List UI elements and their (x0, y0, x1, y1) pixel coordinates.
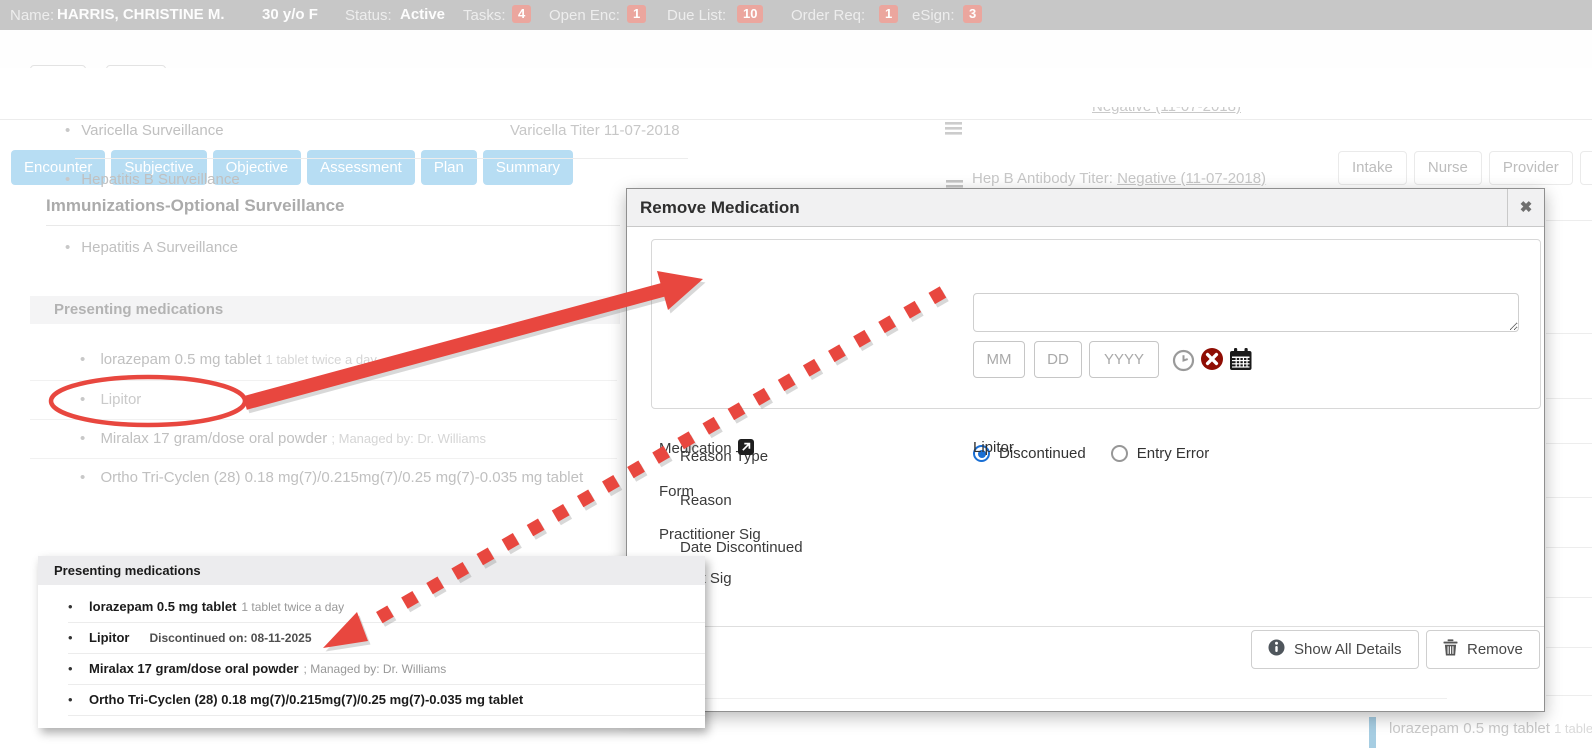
row-divider (627, 698, 1447, 699)
hep-b-result: Hep B Antibody Titer: Negative (11-07-20… (972, 170, 1266, 187)
due-list-label: Due List: (667, 7, 726, 24)
app-root: Name: HARRIS, CHRISTINE M. 30 y/o F Stat… (0, 0, 1592, 748)
tab-summary[interactable]: Summary (483, 150, 573, 185)
row-divider (1546, 597, 1592, 598)
med-row-accent-bar (1369, 717, 1376, 748)
heading-divider (46, 225, 620, 226)
list-item-lipitor-discontinued: LipitorDiscontinued on: 08-11-2025 (68, 623, 705, 654)
row-divider (1546, 443, 1592, 444)
row-divider (75, 158, 688, 159)
list-item: lorazepam 0.5 mg tablet1 tablet twice a … (68, 592, 705, 623)
radio-entry-error[interactable] (1111, 445, 1128, 462)
status-label: Status: (345, 7, 392, 24)
date-dd-input[interactable] (1034, 341, 1082, 378)
hep-b-result-link[interactable]: Negative (11-07-2018) (1117, 170, 1266, 187)
medication-value: Lipitor (973, 439, 1014, 456)
list-item: Miralax 17 gram/dose oral powder; Manage… (68, 654, 705, 685)
clear-date-icon[interactable] (1199, 346, 1225, 372)
tab-nurse[interactable]: Nurse (1414, 151, 1482, 185)
radio-entry-error-label[interactable]: Entry Error (1137, 445, 1210, 462)
row-divider (1546, 220, 1592, 221)
row-divider (1546, 695, 1592, 696)
row-divider (1546, 333, 1592, 334)
info-icon (1268, 639, 1285, 660)
form-label: Form (659, 483, 694, 500)
hep-a-surveillance-item: Hepatitis A Surveillance (65, 239, 238, 256)
med-item-bg-peek: lorazepam 0.5 mg tablet 1 tablet t (1389, 720, 1592, 737)
tab-provider[interactable]: Provider (1489, 151, 1573, 185)
order-req-badge[interactable]: 1 (879, 5, 898, 23)
trash-icon (1443, 639, 1458, 660)
patient-name: HARRIS, CHRISTINE M. (57, 6, 225, 23)
calendar-icon[interactable] (1228, 346, 1254, 372)
status-value: Active (400, 6, 445, 23)
result-med-list: lorazepam 0.5 mg tablet1 tablet twice a … (38, 585, 705, 716)
row-divider (1546, 398, 1592, 399)
varicella-titer-detail: Varicella Titer 11-07-2018 (510, 122, 680, 139)
tab-assessment[interactable]: Assessment (307, 150, 415, 185)
remove-medication-modal: Remove Medication ✖ Reason Type Disconti… (626, 188, 1545, 712)
esign-badge[interactable]: 3 (963, 5, 982, 23)
date-yyyy-input[interactable] (1089, 341, 1159, 378)
med-item-bg: Miralax 17 gram/dose oral powder ; Manag… (80, 430, 486, 447)
tasks-label: Tasks: (463, 7, 506, 24)
med-divider (30, 458, 617, 459)
tab-plan[interactable]: Plan (421, 150, 477, 185)
list-item: Ortho Tri-Cyclen (28) 0.18 mg(7)/0.215mg… (68, 685, 705, 716)
optional-surveillance-heading: Immunizations-Optional Surveillance (46, 196, 345, 216)
tab-intake[interactable]: Intake (1338, 151, 1407, 185)
show-all-details-button[interactable]: Show All Details (1251, 630, 1419, 669)
medication-popout-icon[interactable] (738, 439, 754, 459)
date-mm-input[interactable] (973, 341, 1025, 378)
due-list-badge[interactable]: 10 (737, 5, 763, 23)
med-item-bg: Ortho Tri-Cyclen (28) 0.18 mg(7)/0.215mg… (80, 469, 583, 486)
esign-label: eSign: (912, 7, 955, 24)
med-divider (30, 380, 617, 381)
tasks-badge[interactable]: 4 (512, 5, 531, 23)
modal-title: Remove Medication (640, 189, 800, 226)
encounter-bar: Visit View Enc #: 135 Date: 08-11-2025 (0, 30, 1592, 68)
row-divider (1546, 547, 1592, 548)
practitioner-sig-label: Practitioner Sig (659, 526, 761, 543)
med-item-bg-lipitor: Lipitor (80, 391, 141, 408)
role-tabs: Intake Nurse Provider Depar (1338, 151, 1592, 185)
presenting-meds-header-result: Presenting medications (38, 556, 705, 585)
varicella-surveillance-item: Varicella Surveillance (65, 122, 224, 139)
open-enc-label: Open Enc: (549, 7, 620, 24)
medication-label: Medication (659, 439, 754, 459)
reason-input[interactable] (973, 293, 1519, 332)
remove-button[interactable]: Remove (1426, 630, 1540, 669)
hep-b-result-label: Hep B Antibody Titer: (972, 170, 1117, 187)
modal-header: Remove Medication ✖ (627, 189, 1544, 227)
varicella-result-link-clipped[interactable]: Negative (11-07-2018) (1092, 107, 1262, 120)
modal-footer-divider (627, 626, 1544, 627)
order-req-label: Order Req: (791, 7, 865, 24)
presenting-meds-header-bg: Presenting medications (30, 296, 620, 324)
row-divider (1546, 497, 1592, 498)
section-tabbar: Encounter Subjective Objective Assessmen… (0, 68, 1592, 120)
tab-departure[interactable]: Depar (1580, 151, 1592, 185)
list-menu-icon[interactable] (945, 122, 962, 140)
row-divider (1546, 647, 1592, 648)
close-icon[interactable]: ✖ (1507, 189, 1544, 226)
patient-age-sex: 30 y/o F (262, 6, 318, 23)
clock-icon[interactable] (1170, 347, 1196, 373)
med-item-bg: lorazepam 0.5 mg tablet 1 tablet twice a… (80, 351, 377, 368)
hep-b-surveillance-item: Hepatitis B Surveillance (65, 171, 240, 188)
name-label: Name: (10, 7, 54, 24)
med-divider (30, 419, 617, 420)
result-screenshot-box: Presenting medications lorazepam 0.5 mg … (38, 556, 705, 728)
open-enc-badge[interactable]: 1 (627, 5, 646, 23)
patient-info-bar: Name: HARRIS, CHRISTINE M. 30 y/o F Stat… (0, 0, 1592, 30)
